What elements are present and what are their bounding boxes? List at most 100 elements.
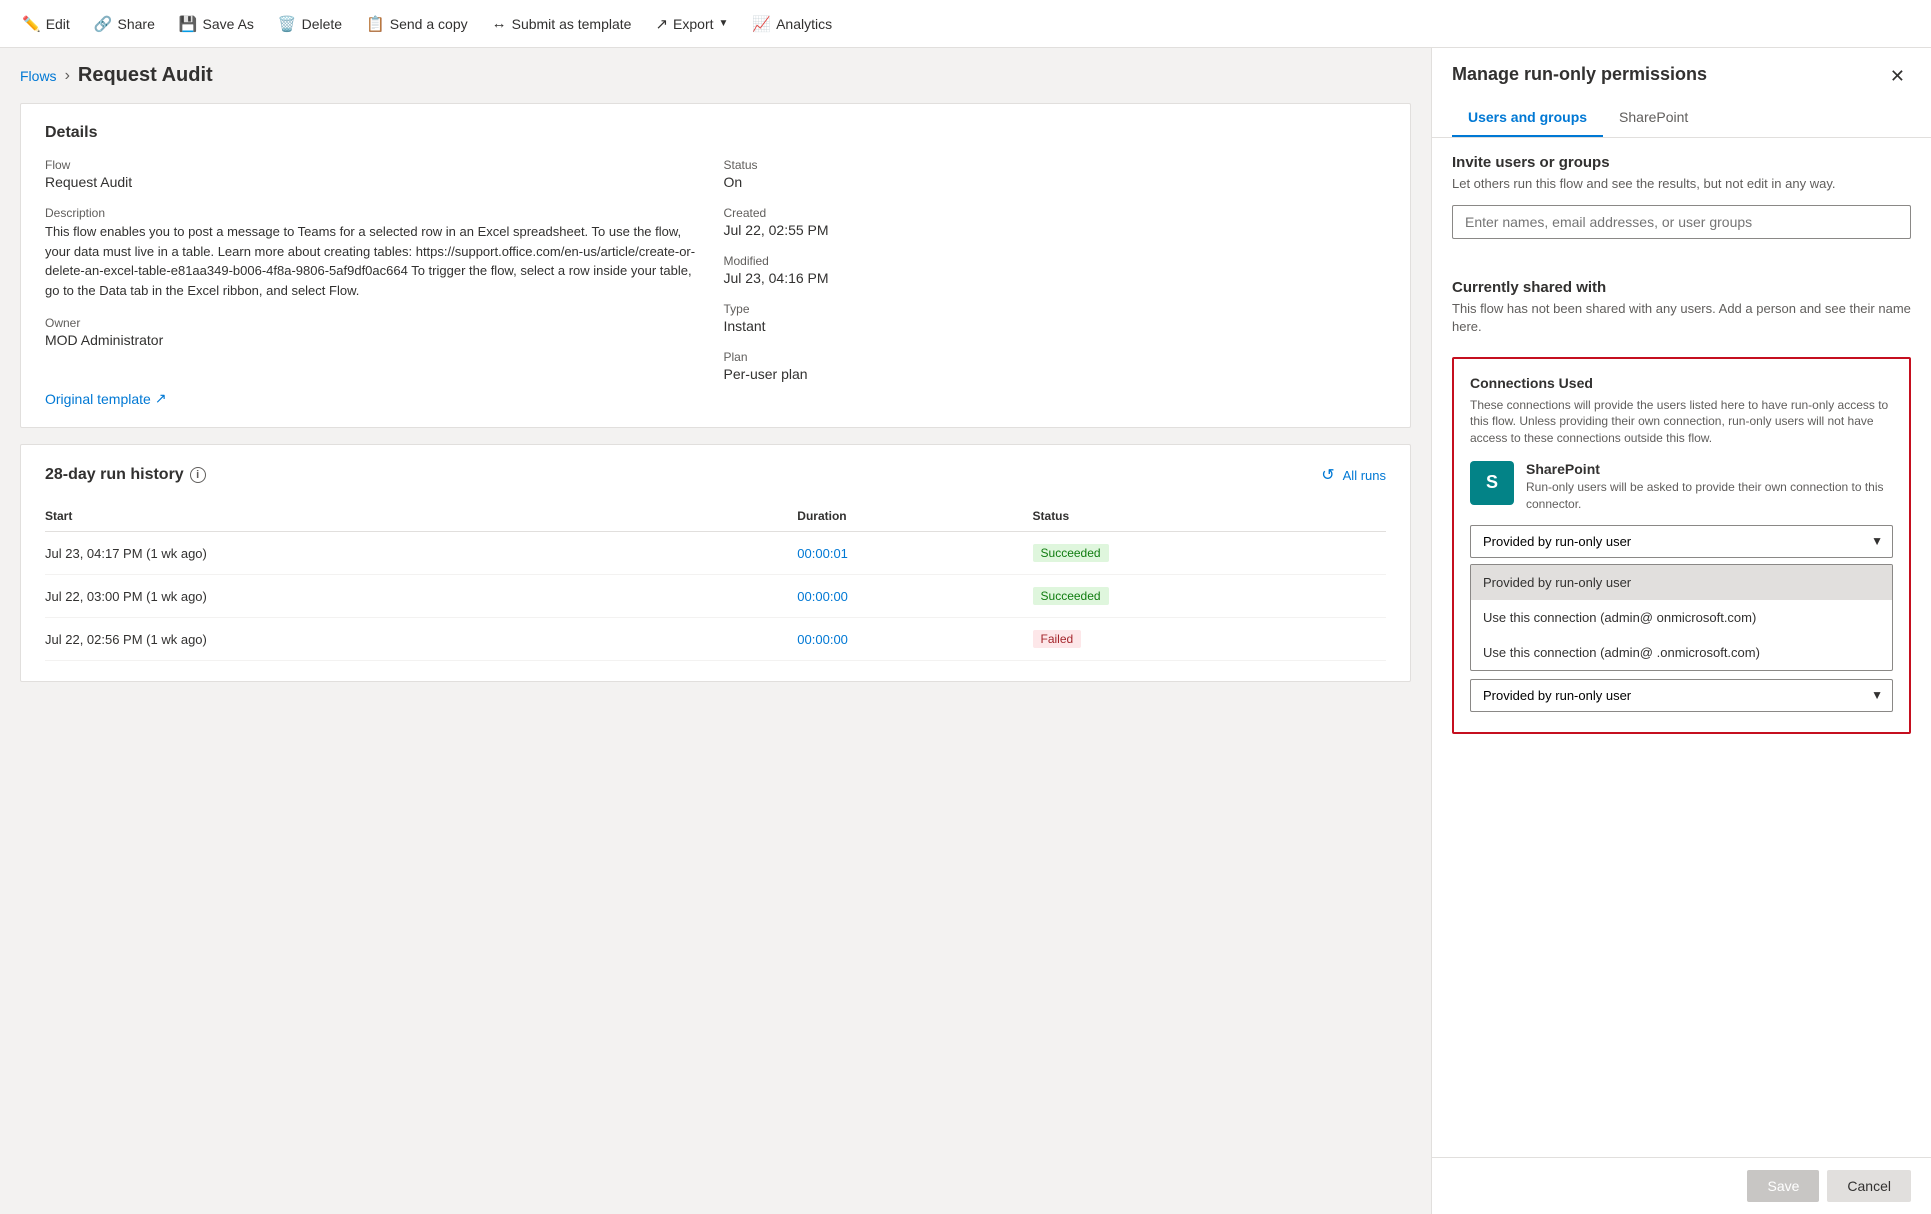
export-button[interactable]: ↗ Export ▼ [645,9,738,39]
submit-template-label: Submit as template [512,16,632,32]
manage-permissions-panel: Manage run-only permissions ✕ Users and … [1431,48,1931,1214]
created-value: Jul 22, 02:55 PM [724,222,1387,238]
description-field: Description This flow enables you to pos… [45,206,708,300]
flow-field: Flow Request Audit [45,158,708,190]
send-copy-button[interactable]: 📋 Send a copy [356,9,478,39]
run-start-cell: Jul 22, 02:56 PM (1 wk ago) [45,618,797,661]
run-history-title-text: 28-day run history [45,466,184,484]
all-runs-label[interactable]: All runs [1343,468,1386,483]
run-status-cell: Succeeded [1033,575,1386,618]
export-icon: ↗ [655,15,668,33]
breadcrumb-current: Request Audit [78,64,213,87]
flow-label: Flow [45,158,708,172]
original-template-link[interactable]: Original template ↗ [45,390,167,407]
status-badge: Succeeded [1033,544,1109,562]
delete-label: Delete [302,16,342,32]
owner-label: Owner [45,316,708,330]
dropdown-option-admin-1[interactable]: Use this connection (admin@ onmicrosoft.… [1471,600,1892,635]
status-badge: Failed [1033,630,1082,648]
run-history-title: 28-day run history i [45,466,206,484]
connections-used-box: Connections Used These connections will … [1452,357,1911,734]
dropdown-option-admin2-label: Use this connection (admin@ [1483,645,1653,660]
table-row[interactable]: Jul 22, 02:56 PM (1 wk ago) 00:00:00 Fai… [45,618,1386,661]
run-start-cell: Jul 23, 04:17 PM (1 wk ago) [45,532,797,575]
cancel-button[interactable]: Cancel [1827,1170,1911,1202]
dropdown-option-admin2-suffix: .onmicrosoft.com) [1657,645,1760,660]
shared-title: Currently shared with [1452,279,1911,296]
save-as-icon: 💾 [179,15,198,33]
flow-value: Request Audit [45,174,708,190]
owner-value: MOD Administrator [45,332,708,348]
plan-label: Plan [724,350,1387,364]
invite-input[interactable] [1452,205,1911,239]
edit-icon: ✏️ [22,15,41,33]
connection-info: SharePoint Run-only users will be asked … [1526,461,1893,513]
tab-sharepoint[interactable]: SharePoint [1603,101,1704,137]
left-content: Flows › Request Audit Details Flow Reque… [0,48,1431,1214]
run-history-header: 28-day run history i ↺ All runs [45,465,1386,485]
modified-value: Jul 23, 04:16 PM [724,270,1387,286]
connection-dropdown-2: Provided by run-only user Use this conne… [1470,679,1893,712]
owner-field: Owner MOD Administrator [45,316,708,348]
status-field: Status On [724,158,1387,190]
send-copy-icon: 📋 [366,15,385,33]
delete-icon: 🗑️ [278,15,297,33]
status-value: On [724,174,1387,190]
sharepoint-icon: S [1470,461,1514,505]
type-value: Instant [724,318,1387,334]
run-duration-cell: 00:00:00 [797,575,1032,618]
col-status: Status [1033,501,1386,532]
shared-section: Currently shared with This flow has not … [1452,279,1911,336]
share-label: Share [118,16,155,32]
submit-template-button[interactable]: ↔ Submit as template [482,9,642,38]
status-label: Status [724,158,1387,172]
analytics-button[interactable]: 📈 Analytics [742,9,842,39]
col-start: Start [45,501,797,532]
external-link-icon: ↗ [155,390,167,407]
description-label: Description [45,206,708,220]
save-as-button[interactable]: 💾 Save As [169,9,264,39]
analytics-label: Analytics [776,16,832,32]
save-button[interactable]: Save [1747,1170,1819,1202]
invite-section: Invite users or groups Let others run th… [1452,154,1911,259]
tab-users-groups[interactable]: Users and groups [1452,101,1603,137]
dropdown-option-admin1-label: Use this connection (admin@ [1483,610,1653,625]
table-row[interactable]: Jul 22, 03:00 PM (1 wk ago) 00:00:00 Suc… [45,575,1386,618]
close-panel-button[interactable]: ✕ [1884,64,1911,89]
invite-desc: Let others run this flow and see the res… [1452,175,1911,193]
connection-subdesc: Run-only users will be asked to provide … [1526,479,1893,513]
details-left-col: Flow Request Audit Description This flow… [45,158,708,382]
connection-dropdown-1-select[interactable]: Provided by run-only user Use this conne… [1470,525,1893,558]
plan-field: Plan Per-user plan [724,350,1387,382]
refresh-icon[interactable]: ↺ [1321,465,1334,485]
invite-title: Invite users or groups [1452,154,1911,171]
table-row[interactable]: Jul 23, 04:17 PM (1 wk ago) 00:00:01 Suc… [45,532,1386,575]
export-label: Export [673,16,713,32]
run-history-actions: ↺ All runs [1321,465,1386,485]
status-badge: Succeeded [1033,587,1109,605]
info-icon[interactable]: i [190,467,206,483]
modified-label: Modified [724,254,1387,268]
main-layout: Flows › Request Audit Details Flow Reque… [0,48,1931,1214]
send-copy-label: Send a copy [390,16,468,32]
delete-button[interactable]: 🗑️ Delete [268,9,352,39]
connections-title: Connections Used [1470,375,1893,391]
shared-desc: This flow has not been shared with any u… [1452,300,1911,336]
sharepoint-icon-letter: S [1486,472,1498,493]
share-button[interactable]: 🔗 Share [84,9,165,39]
created-field: Created Jul 22, 02:55 PM [724,206,1387,238]
dropdown-option-run-only-selected[interactable]: Provided by run-only user [1471,565,1892,600]
edit-button[interactable]: ✏️ Edit [12,9,80,39]
connection-dropdown-2-select[interactable]: Provided by run-only user Use this conne… [1470,679,1893,712]
type-field: Type Instant [724,302,1387,334]
breadcrumb-parent-link[interactable]: Flows [20,68,57,84]
edit-label: Edit [46,16,70,32]
toolbar: ✏️ Edit 🔗 Share 💾 Save As 🗑️ Delete 📋 Se… [0,0,1931,48]
analytics-icon: 📈 [752,15,771,33]
panel-footer: Save Cancel [1432,1157,1931,1214]
details-card: Details Flow Request Audit Description T… [20,103,1411,428]
save-as-label: Save As [203,16,254,32]
created-label: Created [724,206,1387,220]
modified-field: Modified Jul 23, 04:16 PM [724,254,1387,286]
dropdown-option-admin-2[interactable]: Use this connection (admin@ .onmicrosoft… [1471,635,1892,670]
